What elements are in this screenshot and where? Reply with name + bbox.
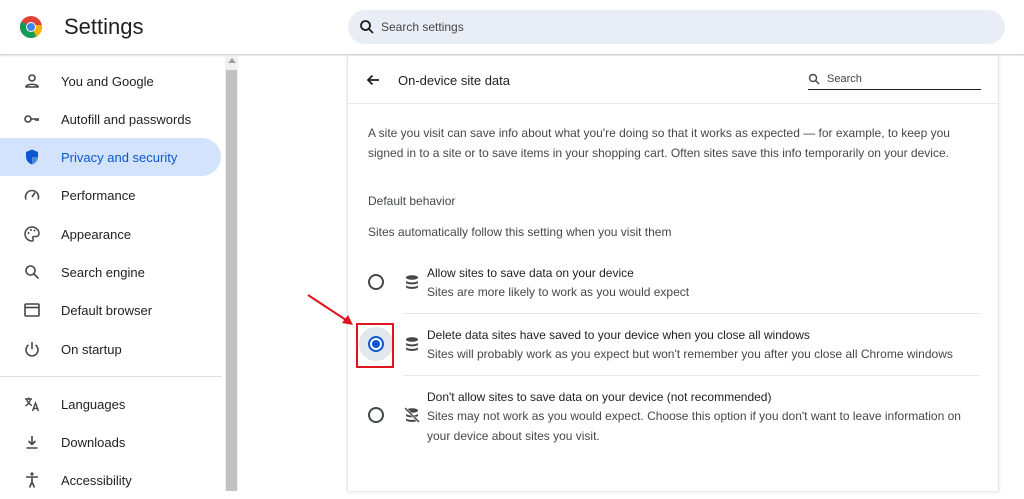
section-subtitle: Sites automatically follow this setting … — [368, 225, 672, 239]
settings-card: On-device site data Search A site you vi… — [347, 56, 999, 491]
sidebar-item-on-startup[interactable]: On startup — [0, 330, 221, 368]
option-title: Allow sites to save data on your device — [427, 266, 634, 280]
sidebar-item-appearance[interactable]: Appearance — [0, 215, 221, 253]
scroll-thumb[interactable] — [226, 70, 237, 491]
settings-search-box[interactable]: Search settings — [348, 10, 1005, 44]
search-icon — [360, 20, 374, 34]
sidebar-scrollbar[interactable] — [225, 56, 238, 491]
database-off-icon — [404, 407, 420, 423]
database-icon — [406, 275, 418, 289]
sidebar-item-label: Appearance — [61, 227, 132, 242]
sidebar-item-languages[interactable]: Languages — [0, 385, 221, 423]
chrome-logo — [20, 16, 42, 38]
browser-window-icon — [24, 303, 40, 317]
sidebar-item-label: Downloads — [61, 435, 126, 450]
palette-icon — [24, 226, 40, 242]
option-title: Delete data sites have saved to your dev… — [427, 328, 810, 342]
database-icon — [406, 337, 418, 351]
page-title: On-device site data — [398, 73, 511, 88]
sidebar-item-label: Performance — [61, 188, 136, 203]
section-title: Default behavior — [368, 194, 456, 208]
header-divider — [348, 103, 998, 104]
annotation-arrow-icon — [307, 294, 353, 325]
sidebar-item-privacy-and-security[interactable]: Privacy and security — [0, 138, 221, 176]
sidebar-item-label: On startup — [61, 342, 122, 357]
radio-allow[interactable] — [368, 274, 384, 290]
settings-search-placeholder[interactable]: Search settings — [381, 20, 464, 34]
search-icon — [25, 265, 40, 280]
annotation-highlight-box — [356, 323, 394, 368]
option-divider — [403, 375, 980, 376]
download-icon — [26, 436, 38, 449]
option-description: Sites are more likely to work as you wou… — [427, 285, 690, 299]
sidebar-item-label: Privacy and security — [61, 150, 178, 165]
sidebar-item-label: Accessibility — [61, 473, 132, 488]
accessibility-icon — [26, 472, 38, 488]
app-title: Settings — [64, 14, 144, 39]
option-description: Sites may not work as you would expect. … — [427, 409, 961, 443]
shield-icon — [26, 149, 38, 165]
radio-block[interactable] — [368, 407, 384, 423]
person-icon — [25, 74, 39, 88]
main-content: On-device site data Search A site you vi… — [238, 56, 1024, 491]
option-description: Sites will probably work as you expect b… — [427, 347, 953, 361]
key-icon — [24, 115, 39, 123]
sidebar-item-autofill[interactable]: Autofill and passwords — [0, 100, 221, 138]
sidebar-item-default-browser[interactable]: Default browser — [0, 291, 221, 329]
top-bar: Settings Search settings — [0, 0, 1024, 55]
translate-icon — [25, 397, 40, 412]
page-search-field[interactable]: Search — [808, 70, 981, 90]
option-divider — [403, 313, 980, 314]
scroll-up-arrow-icon[interactable] — [228, 58, 236, 63]
sidebar-divider — [0, 376, 222, 377]
option-title: Don't allow sites to save data on your d… — [427, 390, 772, 404]
search-icon — [808, 73, 820, 85]
sidebar-item-accessibility[interactable]: Accessibility — [0, 461, 221, 499]
sidebar-item-you-and-google[interactable]: You and Google — [0, 62, 221, 100]
sidebar-item-label: Languages — [61, 397, 126, 412]
sidebar-item-performance[interactable]: Performance — [0, 176, 221, 214]
sidebar-item-label: Autofill and passwords — [61, 112, 192, 127]
back-arrow-icon[interactable] — [365, 72, 381, 88]
sidebar-item-label: Default browser — [61, 303, 153, 318]
power-icon — [25, 342, 39, 357]
page-description: A site you visit can save info about wha… — [368, 126, 950, 160]
sidebar: You and Google Autofill and passwords Pr… — [0, 56, 238, 491]
speedometer-icon — [24, 189, 40, 200]
page-search-placeholder[interactable]: Search — [827, 73, 862, 85]
sidebar-item-search-engine[interactable]: Search engine — [0, 253, 221, 291]
sidebar-item-label: Search engine — [61, 265, 145, 280]
sidebar-item-downloads[interactable]: Downloads — [0, 423, 221, 461]
sidebar-item-label: You and Google — [61, 74, 154, 89]
